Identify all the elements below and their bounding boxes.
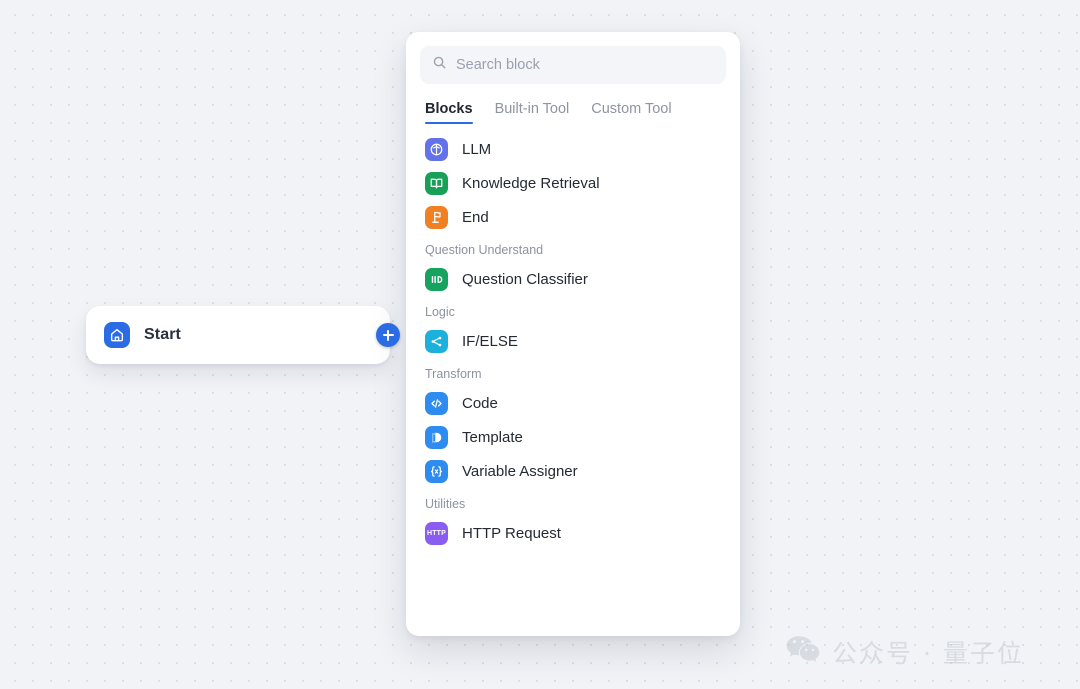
variable-icon bbox=[425, 459, 448, 483]
block-group-label: Question Understand bbox=[425, 243, 544, 257]
book-icon bbox=[425, 171, 448, 195]
watermark-text: 公众号 · 量子位 bbox=[832, 639, 1024, 668]
workflow-canvas[interactable]: Start Blocks Built-in Tool Custom Tool L… bbox=[0, 0, 1080, 689]
branch-icon bbox=[425, 329, 448, 353]
search-bar[interactable] bbox=[420, 46, 726, 84]
search-input[interactable] bbox=[456, 57, 714, 73]
start-node[interactable]: Start bbox=[86, 306, 390, 364]
block-item-label: Code bbox=[462, 394, 498, 412]
block-item-if-else[interactable]: IF/ELSE bbox=[416, 324, 730, 358]
wechat-icon bbox=[786, 635, 820, 669]
panel-tabs[interactable]: Blocks Built-in Tool Custom Tool bbox=[425, 96, 740, 124]
flag-icon bbox=[425, 205, 448, 229]
code-icon bbox=[425, 391, 448, 415]
block-item-label: Variable Assigner bbox=[462, 462, 578, 480]
block-item-llm[interactable]: LLM bbox=[416, 132, 730, 166]
tab-builtin-tool[interactable]: Built-in Tool bbox=[495, 101, 570, 124]
search-icon bbox=[432, 55, 447, 75]
block-item-variable-assigner[interactable]: Variable Assigner bbox=[416, 454, 730, 488]
tab-blocks[interactable]: Blocks bbox=[425, 101, 473, 124]
block-group-label: Transform bbox=[425, 367, 482, 381]
block-item-template[interactable]: Template bbox=[416, 420, 730, 454]
block-item-label: Question Classifier bbox=[462, 270, 588, 288]
llm-icon bbox=[425, 137, 448, 161]
block-item-question-classifier[interactable]: Question Classifier bbox=[416, 262, 730, 296]
block-group-label: Utilities bbox=[425, 497, 466, 511]
block-item-label: Template bbox=[462, 428, 523, 446]
plus-icon-vertical bbox=[386, 329, 390, 341]
block-item-label: Knowledge Retrieval bbox=[462, 174, 600, 192]
tab-custom-tool[interactable]: Custom Tool bbox=[591, 101, 671, 124]
block-item-end[interactable]: End bbox=[416, 200, 730, 234]
watermark: 公众号 · 量子位 bbox=[786, 634, 1024, 670]
block-item-label: End bbox=[462, 208, 489, 226]
block-item-code[interactable]: Code bbox=[416, 386, 730, 420]
template-icon bbox=[425, 425, 448, 449]
block-item-label: IF/ELSE bbox=[462, 332, 518, 350]
start-node-label: Start bbox=[144, 326, 181, 343]
block-item-knowledge-retrieval[interactable]: Knowledge Retrieval bbox=[416, 166, 730, 200]
block-list[interactable]: LLM Knowledge Retrieval End Question Unders… bbox=[406, 132, 740, 550]
block-item-http-request[interactable]: HTTP HTTP Request bbox=[416, 516, 730, 550]
block-selector-panel[interactable]: Blocks Built-in Tool Custom Tool LLM Know… bbox=[406, 32, 740, 636]
classifier-icon bbox=[425, 267, 448, 291]
block-group-label: Logic bbox=[425, 305, 455, 319]
home-icon bbox=[104, 322, 130, 348]
http-icon: HTTP bbox=[425, 521, 448, 545]
start-node-add-handle[interactable] bbox=[376, 323, 400, 347]
block-item-label: HTTP Request bbox=[462, 524, 561, 542]
block-item-label: LLM bbox=[462, 140, 492, 158]
